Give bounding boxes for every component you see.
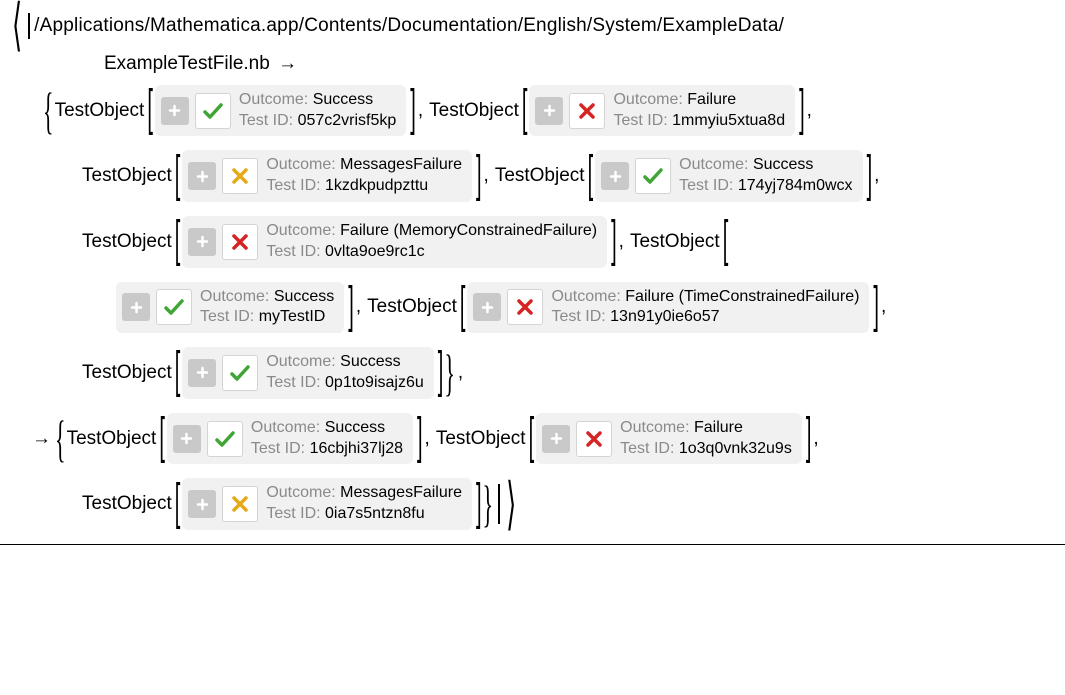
expand-icon[interactable] bbox=[473, 293, 501, 321]
test-badge[interactable]: Outcome: Failure Test ID: 1mmyiu5xtua8d bbox=[529, 85, 795, 137]
output-row: → { TestObject [ Outcome: Success Test I… bbox=[29, 413, 1055, 465]
test-object: TestObject [ Outcome: Failure Test ID: 1… bbox=[436, 413, 812, 465]
list-open-brace: { bbox=[54, 404, 67, 472]
test-object: TestObject [ Outcome: Success Test ID: 1… bbox=[67, 413, 423, 465]
expand-icon[interactable] bbox=[542, 425, 570, 453]
output-row: TestObject [ Outcome: MessagesFailure Te… bbox=[82, 150, 1055, 202]
test-badge[interactable]: Outcome: Failure (TimeConstrainedFailure… bbox=[467, 282, 869, 334]
test-badge[interactable]: Outcome: Success Test ID: 0p1to9isajz6u bbox=[182, 347, 433, 399]
expand-icon[interactable] bbox=[535, 97, 563, 125]
output-row: TestObject [ Outcome: MessagesFailure Te… bbox=[82, 478, 1055, 530]
vertical-bar-icon bbox=[498, 484, 500, 524]
cross-icon bbox=[576, 421, 612, 457]
test-object: TestObject [ Outcome: MessagesFailure Te… bbox=[82, 150, 482, 202]
test-badge[interactable]: Outcome: Success Test ID: 174yj784m0wcx bbox=[595, 150, 862, 202]
association-close-icon: ⟩ bbox=[504, 465, 518, 542]
header-row: ⟨ /Applications/Mathematica.app/Contents… bbox=[10, 8, 1055, 43]
check-icon bbox=[635, 158, 671, 194]
association-open-icon: ⟨ bbox=[10, 0, 24, 64]
test-badge[interactable]: Outcome: MessagesFailure Test ID: 0ia7s5… bbox=[182, 478, 472, 530]
test-badge[interactable]: Outcome: Success Test ID: 16cbjhi37lj28 bbox=[167, 413, 413, 465]
test-badge[interactable]: Outcome: Success Test ID: 057c2vrisf5kp bbox=[155, 85, 406, 137]
vertical-bar-icon bbox=[28, 13, 30, 39]
expand-icon[interactable] bbox=[188, 359, 216, 387]
test-badge[interactable]: Outcome: MessagesFailure Test ID: 1kzdkp… bbox=[182, 150, 472, 202]
test-object: TestObject [ Outcome: Success Test ID: 0… bbox=[82, 347, 443, 399]
association-body: ExampleTestFile.nb → { TestObject [ Outc… bbox=[10, 51, 1055, 530]
output-row: TestObject [ Outcome: Failure (MemoryCon… bbox=[82, 216, 1055, 268]
list-close-brace: } bbox=[482, 470, 495, 538]
cross-icon bbox=[222, 486, 258, 522]
expand-icon[interactable] bbox=[122, 293, 150, 321]
check-icon bbox=[207, 421, 243, 457]
output-row: Outcome: Success Test ID: myTestID ] , T… bbox=[114, 282, 1055, 334]
test-object: TestObject [ Outcome: Failure (TimeConst… bbox=[367, 282, 879, 334]
file-entry: ExampleTestFile.nb → bbox=[104, 51, 1055, 77]
check-icon bbox=[156, 289, 192, 325]
output-row: { TestObject [ Outcome: Success Test ID:… bbox=[42, 85, 1055, 137]
rule-arrow-icon: → bbox=[275, 53, 300, 74]
expand-icon[interactable] bbox=[188, 228, 216, 256]
expand-icon[interactable] bbox=[601, 162, 629, 190]
expand-icon[interactable] bbox=[188, 490, 216, 518]
test-badge[interactable]: Outcome: Failure (MemoryConstrainedFailu… bbox=[182, 216, 607, 268]
test-object: TestObject [ Outcome: Failure (MemoryCon… bbox=[82, 216, 617, 268]
cross-icon bbox=[569, 93, 605, 129]
test-object: TestObject [ bbox=[630, 228, 728, 255]
cross-icon bbox=[507, 289, 543, 325]
test-object: TestObject [ Outcome: MessagesFailure Te… bbox=[82, 478, 482, 530]
expand-icon[interactable] bbox=[188, 162, 216, 190]
rule-arrow-icon: → bbox=[29, 426, 54, 452]
test-badge[interactable]: Outcome: Failure Test ID: 1o3q0vnk32u9s bbox=[536, 413, 802, 465]
test-badge[interactable]: Outcome: Success Test ID: myTestID bbox=[116, 282, 344, 334]
list-close-brace: } bbox=[443, 339, 456, 407]
test-object: TestObject [ Outcome: Success Test ID: 1… bbox=[495, 150, 872, 202]
check-icon bbox=[195, 93, 231, 129]
test-object: TestObject [ Outcome: Success Test ID: 0… bbox=[55, 85, 416, 137]
file-name: ExampleTestFile.nb bbox=[104, 53, 270, 74]
cross-icon bbox=[222, 158, 258, 194]
check-icon bbox=[222, 355, 258, 391]
expand-icon[interactable] bbox=[173, 425, 201, 453]
list-open-brace: { bbox=[42, 76, 55, 144]
file-path: /Applications/Mathematica.app/Contents/D… bbox=[34, 13, 784, 39]
cross-icon bbox=[222, 224, 258, 260]
output-row: TestObject [ Outcome: Success Test ID: 0… bbox=[82, 347, 1055, 399]
test-object: TestObject [ Outcome: Failure Test ID: 1… bbox=[429, 85, 805, 137]
expand-icon[interactable] bbox=[161, 97, 189, 125]
